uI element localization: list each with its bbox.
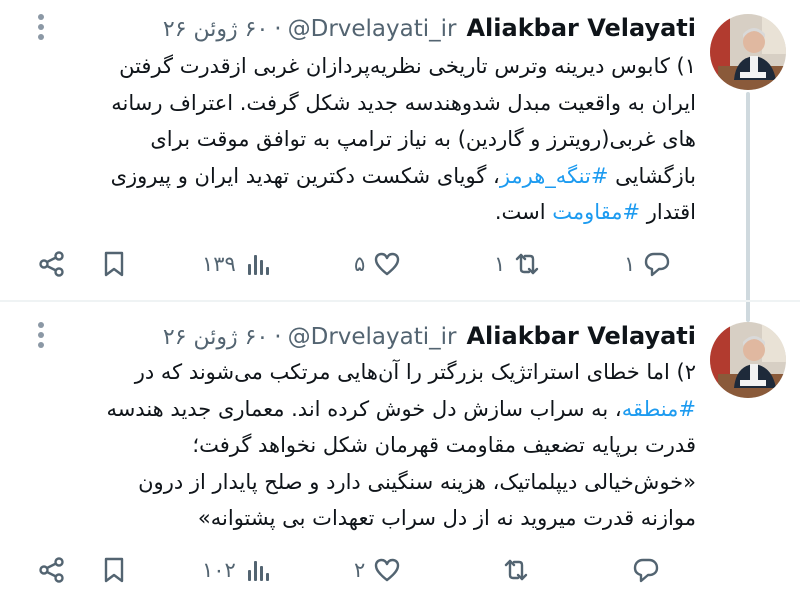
reply-icon: [633, 558, 659, 583]
tweet-line: ۲) اما خطای استراتژیک بزرگتر را آن‌هایی …: [134, 360, 696, 384]
share-icon: [39, 557, 64, 583]
author-handle[interactable]: @Drvelayati_ir: [288, 16, 457, 42]
more-vertical-icon[interactable]: [28, 322, 54, 348]
retweet-button[interactable]: [494, 550, 530, 590]
retweet-button[interactable]: ۱: [494, 244, 541, 284]
reply-button[interactable]: ۱: [624, 244, 671, 284]
text-segment: ، به سراب سازش دل خوش کرده اند. معماری ج…: [106, 396, 622, 421]
tweet-date[interactable]: ۶۰ ژوئن ۲۶: [163, 325, 268, 350]
header-separator: ·: [274, 324, 282, 350]
like-icon: [375, 558, 400, 582]
tweet-text: ۱) کابوس دیرینه وترس تاریخی نظریه‌پردازا…: [56, 48, 696, 231]
views-button[interactable]: ۱۳۹: [202, 244, 272, 284]
like-count: ۲: [354, 558, 366, 582]
tweet-line: قدرت برپایه تضعیف مقاومت قهرمان شکل نخوا…: [192, 433, 696, 457]
avatar[interactable]: [710, 322, 786, 398]
share-button[interactable]: [38, 550, 66, 590]
retweet-icon: [504, 559, 528, 581]
like-count: ۵: [354, 252, 366, 276]
reply-count: ۱: [624, 252, 636, 276]
text-segment: ، گویای شکست دکترین تهدید ایران و پیروزی: [110, 163, 500, 188]
retweet-icon: [516, 253, 539, 275]
hashtag-link[interactable]: #تنگه_هرمز: [500, 164, 609, 188]
text-segment: اقتدار: [640, 200, 696, 224]
tweet-line: ایران به واقعیت مبدل شدوهندسه جدید شکل گ…: [111, 90, 696, 115]
text-segment: بازگشایی: [608, 163, 696, 188]
views-button[interactable]: ۱۰۲: [202, 550, 272, 590]
tweet-line: #منطقه، به سراب سازش دل خوش کرده اند. مع…: [56, 391, 696, 428]
views-icon: [247, 255, 269, 275]
views-count: ۱۰۲: [202, 558, 236, 582]
like-icon: [375, 252, 400, 276]
hashtag-link[interactable]: #مقاومت: [552, 200, 640, 224]
reply-icon: [645, 252, 670, 277]
tweet-line: بازگشایی #تنگه_هرمز، گویای شکست دکترین ت…: [56, 158, 696, 195]
more-vertical-icon[interactable]: [28, 14, 54, 40]
author-name[interactable]: Aliakbar Velayati: [466, 14, 696, 42]
header-separator: ·: [274, 16, 282, 42]
like-button[interactable]: ۲: [354, 550, 401, 590]
like-button[interactable]: ۵: [354, 244, 401, 284]
tweet-actions: ۱۰۲ ۲: [28, 550, 688, 590]
share-icon: [39, 251, 64, 277]
retweet-count: ۱: [494, 252, 506, 276]
views-count: ۱۳۹: [202, 252, 236, 276]
tweet-header: Aliakbar Velayati @Drvelayati_ir · ۶۰ ژو…: [163, 322, 696, 352]
tweet-date[interactable]: ۶۰ ژوئن ۲۶: [163, 17, 268, 42]
tweet-thread: Aliakbar Velayati @Drvelayati_ir · ۶۰ ژو…: [0, 0, 800, 610]
bookmark-button[interactable]: [100, 244, 128, 284]
tweet-line: ۱) کابوس دیرینه وترس تاریخی نظریه‌پردازا…: [119, 54, 696, 78]
tweet-actions: ۱۳۹ ۵ ۱ ۱: [28, 244, 688, 284]
tweet-line: «خوش‌خیالی دیپلماتیک، هزینه سنگینی دارد …: [138, 469, 696, 494]
hashtag-link[interactable]: #منطقه: [622, 397, 696, 421]
text-segment: است.: [494, 200, 553, 224]
bookmark-icon: [104, 251, 124, 277]
tweet[interactable]: Aliakbar Velayati @Drvelayati_ir · ۶۰ ژو…: [0, 0, 800, 322]
tweet[interactable]: Aliakbar Velayati @Drvelayati_ir · ۶۰ ژو…: [0, 302, 800, 608]
avatar[interactable]: [710, 14, 786, 90]
tweet-text: ۲) اما خطای استراتژیک بزرگتر را آن‌هایی …: [56, 354, 696, 537]
tweet-line: اقتدار #مقاومت است.: [56, 194, 696, 231]
tweet-line: موازنه قدرت میروید نه از دل سراب تعهدات …: [197, 506, 696, 530]
author-handle[interactable]: @Drvelayati_ir: [288, 324, 457, 350]
bookmark-icon: [104, 557, 124, 583]
bookmark-button[interactable]: [100, 550, 128, 590]
tweet-line: های غربی(رویترز و گاردین) به نیاز ترامپ …: [150, 127, 696, 151]
thread-connector-line: [746, 92, 750, 322]
tweet-header: Aliakbar Velayati @Drvelayati_ir · ۶۰ ژو…: [163, 14, 696, 44]
reply-button[interactable]: [624, 550, 660, 590]
views-icon: [247, 561, 269, 581]
author-name[interactable]: Aliakbar Velayati: [466, 322, 696, 350]
share-button[interactable]: [38, 244, 66, 284]
